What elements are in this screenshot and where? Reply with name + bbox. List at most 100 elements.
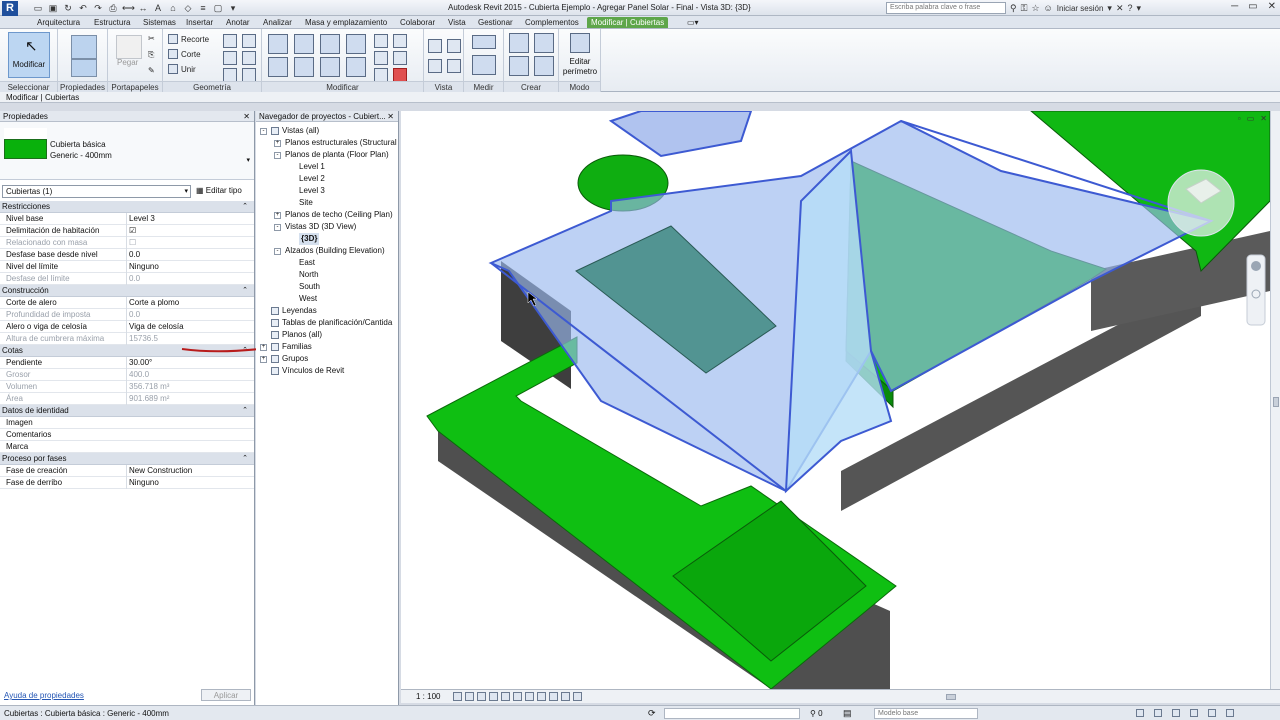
worksets-icon[interactable]: ⟳ [648,708,656,719]
cope-button[interactable]: Recorte [168,34,209,44]
create-group-icon[interactable] [509,56,529,76]
vscroll-thumb[interactable] [1273,397,1279,407]
filter-icon[interactable] [1226,709,1234,717]
tree-node[interactable]: + Planos estructurales (Structural [256,137,398,149]
trim-extend-icon[interactable] [346,57,366,77]
tab-insertar[interactable]: Insertar [186,17,213,28]
property-value[interactable]: Ninguno [126,477,250,489]
tab-arquitectura[interactable]: Arquitectura [37,17,80,28]
select-underlay-icon[interactable] [1154,709,1162,717]
help-dropdown-icon[interactable]: ▾ [1137,3,1142,14]
tree-node[interactable]: Vínculos de Revit [256,365,398,377]
analytical-icon[interactable] [573,692,582,701]
subscription-icon[interactable]: ⚿ [1021,3,1028,14]
collapse-icon[interactable]: ⌃ [242,405,248,417]
graphics-icon[interactable] [447,59,461,73]
horizontal-scroll-thumb[interactable] [946,694,956,700]
redo-icon[interactable]: ↷ [92,2,104,14]
select-by-face-icon[interactable] [1190,709,1198,717]
tree-node[interactable]: - Alzados (Building Elevation) [256,245,398,257]
type-dropdown-icon[interactable]: ▾ [246,156,250,164]
property-value[interactable]: Corte a plomo [126,297,250,309]
property-value[interactable]: ☑ [126,225,250,237]
revit-logo-icon[interactable]: R [2,1,18,16]
viewport-maximize-icon[interactable]: ▭ [1247,114,1255,123]
show-crop-icon[interactable] [525,692,534,701]
tree-node[interactable]: North [256,269,398,281]
shadows-icon[interactable] [489,692,498,701]
tab-analizar[interactable]: Analizar [263,17,292,28]
tree-node[interactable]: - Planos de planta (Floor Plan) [256,149,398,161]
tree-node[interactable]: - Vistas 3D (3D View) [256,221,398,233]
qat-dropdown-icon[interactable]: ▾ [227,2,239,14]
temp-hide-icon[interactable] [549,692,558,701]
property-section[interactable]: Restricciones ⌃ [0,201,254,213]
favorites-icon[interactable]: ☆ [1031,3,1039,14]
select-pinned-icon[interactable] [1172,709,1180,717]
match-props-icon[interactable]: ✎ [148,66,155,75]
cut-geometry-button[interactable]: Corte [168,49,201,59]
type-selector[interactable]: Cubierta básica Generic - 400mm ▾ [0,122,254,180]
tab-estructura[interactable]: Estructura [94,17,130,28]
ribbon-minimize-icon[interactable]: ▭▾ [687,17,699,28]
steering-wheel-icon[interactable] [1251,261,1261,271]
edit-footprint-icon[interactable] [570,33,590,53]
aligned-dimension-icon[interactable] [472,55,496,75]
detail-level-icon[interactable] [453,692,462,701]
workset-field[interactable] [664,708,800,719]
thin-lines-icon[interactable]: ≡ [197,2,209,14]
dimension-icon[interactable]: ↔ [137,2,149,14]
signin-link[interactable]: Iniciar sesión [1057,4,1104,13]
user-icon[interactable]: ☺ [1044,3,1053,13]
measure-between-icon[interactable] [472,35,496,49]
tree-node[interactable]: + Grupos [256,353,398,365]
tab-gestionar[interactable]: Gestionar [478,17,513,28]
tree-node[interactable]: Level 1 [256,161,398,173]
pin-icon[interactable] [374,68,388,82]
collapse-icon[interactable]: ⌃ [242,201,248,213]
minimize-icon[interactable]: ─ [1231,1,1238,12]
tree-node[interactable]: {3D} [256,233,398,245]
lock-3d-icon[interactable] [537,692,546,701]
mirror-axis-icon[interactable] [320,34,340,54]
maximize-icon[interactable]: ▭ [1248,1,1257,12]
properties-button[interactable] [71,35,97,59]
property-value[interactable]: Level 3 [126,213,250,225]
collapse-icon[interactable]: ⌃ [242,453,248,465]
select-links-icon[interactable] [1136,709,1144,717]
tree-node[interactable]: South [256,281,398,293]
collapse-icon[interactable]: - [274,152,281,159]
sync-icon[interactable]: ↻ [62,2,74,14]
close-hidden-icon[interactable]: ▢ [212,2,224,14]
section-icon[interactable]: ◇ [182,2,194,14]
tree-node[interactable]: Level 2 [256,173,398,185]
tree-node[interactable]: - Vistas (all) [256,125,398,137]
property-value[interactable]: Ninguno [126,261,250,273]
tab-modificar-cubiertas[interactable]: Modificar | Cubiertas [587,17,669,28]
expand-icon[interactable]: + [274,140,281,147]
property-section[interactable]: Datos de identidad ⌃ [0,405,254,417]
rotate-icon[interactable] [320,57,340,77]
hide-icon[interactable] [428,39,442,53]
override-icon[interactable] [447,39,461,53]
property-value[interactable]: New Construction [126,465,250,477]
copy-element-icon[interactable] [294,57,314,77]
tree-node[interactable]: Tablas de planificación/Cantida [256,317,398,329]
collapse-icon[interactable]: - [274,224,281,231]
property-value[interactable]: 0.0 [126,249,250,261]
properties-close-icon[interactable]: ✕ [243,111,250,122]
tab-sistemas[interactable]: Sistemas [143,17,176,28]
visual-style-icon[interactable] [465,692,474,701]
measure-icon[interactable]: ⟷ [122,2,135,14]
linework-icon[interactable] [428,59,442,73]
viewport-restore-icon[interactable]: ▫ [1238,114,1241,123]
undo-icon[interactable]: ↶ [77,2,89,14]
property-section[interactable]: Construcción ⌃ [0,285,254,297]
expand-icon[interactable]: + [274,212,281,219]
expand-icon[interactable]: + [260,344,267,351]
sun-path-icon[interactable] [477,692,486,701]
apply-button[interactable]: Aplicar [201,689,251,701]
tree-node[interactable]: + Familias [256,341,398,353]
tree-node[interactable]: East [256,257,398,269]
binoculars-icon[interactable]: ⚲ [1010,3,1017,14]
